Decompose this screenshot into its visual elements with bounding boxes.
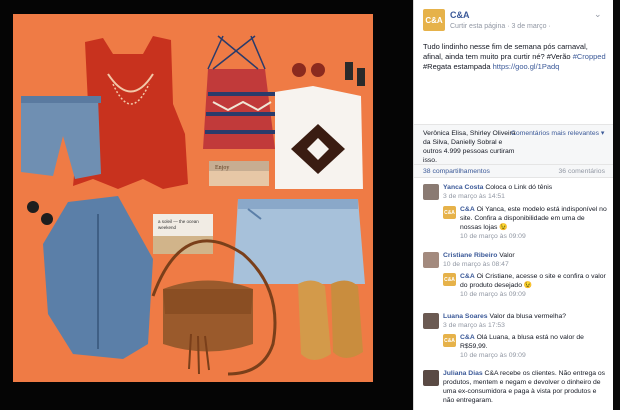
reply: C&A Olá Luana, a blusa está no valor de …	[460, 333, 608, 360]
page-avatar-small[interactable]: C&A	[443, 273, 456, 286]
comments-count[interactable]: 36 comentários	[559, 168, 605, 175]
comment: Yanca Costa Coloca o Link dó tênis 3 de …	[443, 183, 608, 201]
post-meta[interactable]: Curtir esta página · 3 de março ·	[450, 23, 551, 30]
comment-date[interactable]: 10 de março às 09:09	[460, 233, 526, 240]
comment-author[interactable]: C&A	[460, 206, 475, 213]
comment-author[interactable]: Juliana Dias	[443, 370, 483, 377]
post-sidebar: C&A C&A Curtir esta página · 3 de março …	[413, 0, 614, 410]
comment-author[interactable]: C&A	[460, 334, 475, 341]
flatlay-illustration	[13, 14, 373, 382]
shares-count[interactable]: 38 compartilhamentos	[423, 168, 490, 175]
page-avatar-small[interactable]: C&A	[443, 206, 456, 219]
post-body: Tudo lindinho nesse fim de semana pós ca…	[423, 42, 588, 61]
logo-text: C&A	[444, 209, 455, 216]
comment-date[interactable]: 10 de março às 09:09	[460, 352, 526, 359]
likes-box: Verônica Elisa, Shirley Oliveira da Silv…	[414, 124, 614, 164]
logo-text: C&A	[444, 337, 455, 344]
comment: Juliana Dias C&A recebe os clientes. Não…	[443, 369, 608, 409]
comment-author[interactable]: Cristiane Ribeiro	[443, 252, 497, 259]
avatar[interactable]	[423, 370, 439, 386]
comment-date[interactable]: 10 de março às 08:47	[443, 261, 509, 268]
logo-text: C&A	[425, 15, 443, 25]
page-avatar-small[interactable]: C&A	[443, 334, 456, 347]
chevron-down-icon[interactable]: ⌄	[594, 9, 602, 20]
tag-label: Enjoy	[215, 165, 230, 171]
reply: C&A Oi Cristiane, acesse o site e confir…	[460, 272, 608, 299]
hashtag-link[interactable]: #Cropped	[573, 52, 606, 61]
comment-text: Coloca o Link dó tênis	[483, 184, 553, 191]
relevant-comments-dropdown[interactable]: Comentários mais relevantes ▾	[511, 129, 604, 137]
avatar[interactable]	[423, 252, 439, 268]
page-name[interactable]: C&A	[450, 10, 470, 20]
comment-date[interactable]: 3 de março às 17:53	[443, 322, 505, 329]
comment-author[interactable]: Yanca Costa	[443, 184, 483, 191]
shares-bar: 38 compartilhamentos 36 comentários	[414, 164, 614, 178]
comment-text: Olá Luana, a blusa está no valor de R$59…	[460, 334, 584, 350]
comment-text: Valor da blusa vermelha?	[487, 313, 567, 320]
post-photo[interactable]: Enjoy a soleil — the ocean weekend	[13, 14, 373, 382]
viewer: Enjoy a soleil — the ocean weekend C&A C…	[0, 0, 620, 410]
avatar[interactable]	[423, 313, 439, 329]
comment-author[interactable]: Luana Soares	[443, 313, 488, 320]
comment-text: Oi Yanca, este modelo está indisponível …	[460, 206, 607, 231]
likes-text[interactable]: Verônica Elisa, Shirley Oliveira da Silv…	[423, 129, 523, 165]
logo-text: C&A	[444, 276, 455, 283]
comment-author[interactable]: C&A	[460, 273, 475, 280]
comment-text: Valor	[497, 252, 515, 259]
comment: Cristiane Ribeiro Valor 10 de março às 0…	[443, 251, 608, 269]
comment-date[interactable]: 10 de março às 09:09	[460, 291, 526, 298]
pouch-label: a soleil — the ocean weekend	[158, 219, 199, 230]
window-edge	[613, 0, 620, 410]
post-text: Tudo lindinho nesse fim de semana pós ca…	[423, 42, 608, 72]
comment-date[interactable]: 3 de março às 14:51	[443, 193, 505, 200]
comment: Luana Soares Valor da blusa vermelha? 3 …	[443, 312, 608, 330]
comment-text: Oi Cristiane, acesse o site e confira o …	[460, 273, 606, 289]
post-body-2: #Regata estampada	[423, 62, 493, 71]
avatar[interactable]	[423, 184, 439, 200]
post-url-link[interactable]: https://goo.gl/1Padq	[493, 62, 560, 71]
reply: C&A Oi Yanca, este modelo está indisponí…	[460, 205, 608, 241]
page-avatar[interactable]: C&A	[423, 9, 445, 31]
